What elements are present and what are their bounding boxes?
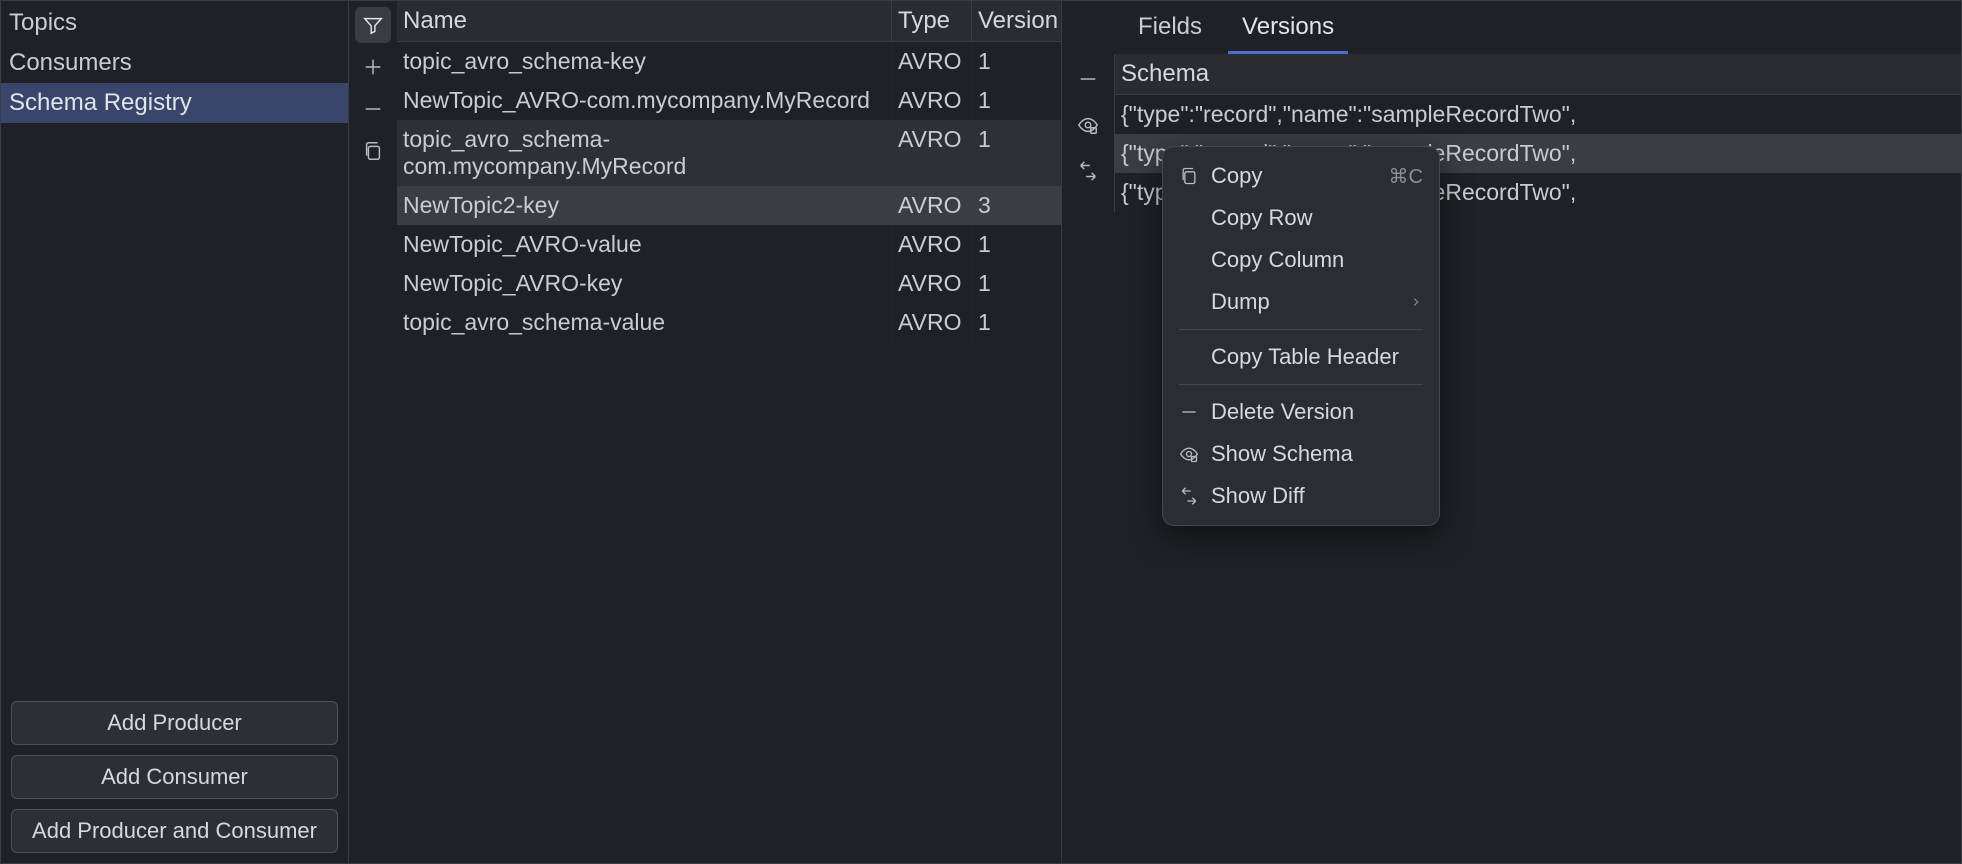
right-toolbar (1062, 1, 1114, 863)
minus-icon[interactable] (355, 91, 391, 127)
table-row[interactable]: NewTopic_AVRO-value AVRO 1 (397, 225, 1061, 264)
cell-type: AVRO (892, 42, 972, 81)
cell-type: AVRO (892, 120, 972, 186)
sidebar-item-schema-registry[interactable]: Schema Registry (1, 83, 348, 123)
blank-icon (1177, 290, 1201, 314)
menu-item-copy-table-header[interactable]: Copy Table Header (1169, 336, 1433, 378)
add-producer-and-consumer-button[interactable]: Add Producer and Consumer (11, 809, 338, 853)
blank-icon (1177, 248, 1201, 272)
table-header: Name Type Version (397, 1, 1061, 42)
cell-type: AVRO (892, 81, 972, 120)
minus-icon[interactable] (1068, 59, 1108, 99)
cell-type: AVRO (892, 225, 972, 264)
cell-name: NewTopic2-key (397, 186, 892, 225)
cell-version: 1 (972, 264, 1058, 303)
blank-icon (1177, 345, 1201, 369)
menu-label: Show Diff (1211, 483, 1423, 509)
menu-item-show-diff[interactable]: Show Diff (1169, 475, 1433, 517)
menu-label: Show Schema (1211, 441, 1423, 467)
cell-type: AVRO (892, 303, 972, 342)
menu-label: Copy (1211, 163, 1379, 189)
sidebar-item-consumers[interactable]: Consumers (1, 43, 348, 83)
sidebar-item-topics[interactable]: Topics (1, 3, 348, 43)
center-toolbar (349, 1, 397, 863)
menu-shortcut: ⌘C (1389, 164, 1423, 189)
diff-icon[interactable] (1068, 151, 1108, 191)
context-menu: Copy ⌘C Copy Row Copy Column Dump Copy T… (1162, 146, 1440, 526)
filter-icon[interactable] (355, 7, 391, 43)
eye-schema-icon (1177, 442, 1201, 466)
table-body: topic_avro_schema-key AVRO 1 NewTopic_AV… (397, 42, 1061, 342)
cell-version: 1 (972, 120, 1058, 186)
menu-label: Copy Table Header (1211, 344, 1423, 370)
menu-item-copy-row[interactable]: Copy Row (1169, 197, 1433, 239)
table-row[interactable]: NewTopic2-key AVRO 3 (397, 186, 1061, 225)
cell-name: topic_avro_schema-com.mycompany.MyRecord (397, 120, 892, 186)
menu-separator (1179, 329, 1423, 330)
cell-name: NewTopic_AVRO-value (397, 225, 892, 264)
table-row[interactable]: topic_avro_schema-com.mycompany.MyRecord… (397, 120, 1061, 186)
eye-schema-icon[interactable] (1068, 105, 1108, 145)
column-header-version[interactable]: Version (972, 1, 1064, 41)
cell-name: NewTopic_AVRO-com.mycompany.MyRecord (397, 81, 892, 120)
blank-icon (1177, 206, 1201, 230)
menu-label: Dump (1211, 289, 1399, 315)
schema-row[interactable]: {"type":"record","name":"sampleRecordTwo… (1115, 95, 1961, 134)
menu-item-show-schema[interactable]: Show Schema (1169, 433, 1433, 475)
cell-name: topic_avro_schema-key (397, 42, 892, 81)
minus-icon (1177, 400, 1201, 424)
menu-label: Delete Version (1211, 399, 1423, 425)
copy-icon[interactable] (355, 133, 391, 169)
cell-version: 1 (972, 42, 1058, 81)
table-row[interactable]: topic_avro_schema-key AVRO 1 (397, 42, 1061, 81)
menu-item-copy[interactable]: Copy ⌘C (1169, 155, 1433, 197)
add-producer-button[interactable]: Add Producer (11, 701, 338, 745)
tab-fields[interactable]: Fields (1124, 3, 1216, 54)
menu-item-copy-column[interactable]: Copy Column (1169, 239, 1433, 281)
cell-version: 3 (972, 186, 1058, 225)
center-panel: Name Type Version topic_avro_schema-key … (349, 1, 1062, 863)
menu-label: Copy Column (1211, 247, 1423, 273)
copy-icon (1177, 164, 1201, 188)
diff-icon (1177, 484, 1201, 508)
add-consumer-button[interactable]: Add Consumer (11, 755, 338, 799)
chevron-right-icon (1409, 289, 1423, 315)
sidebar: Topics Consumers Schema Registry Add Pro… (1, 1, 349, 863)
table-row[interactable]: NewTopic_AVRO-key AVRO 1 (397, 264, 1061, 303)
menu-label: Copy Row (1211, 205, 1423, 231)
column-header-schema[interactable]: Schema (1114, 54, 1961, 95)
table-row[interactable]: topic_avro_schema-value AVRO 1 (397, 303, 1061, 342)
column-header-type[interactable]: Type (892, 1, 972, 41)
app-root: Topics Consumers Schema Registry Add Pro… (0, 0, 1962, 864)
tabs: Fields Versions (1114, 1, 1961, 54)
schema-table: Name Type Version topic_avro_schema-key … (397, 1, 1061, 863)
cell-type: AVRO (892, 186, 972, 225)
plus-icon[interactable] (355, 49, 391, 85)
cell-name: topic_avro_schema-value (397, 303, 892, 342)
menu-item-dump[interactable]: Dump (1169, 281, 1433, 323)
cell-version: 1 (972, 303, 1058, 342)
menu-item-delete-version[interactable]: Delete Version (1169, 391, 1433, 433)
cell-version: 1 (972, 225, 1058, 264)
table-row[interactable]: NewTopic_AVRO-com.mycompany.MyRecord AVR… (397, 81, 1061, 120)
tab-versions[interactable]: Versions (1228, 3, 1348, 54)
sidebar-buttons: Add Producer Add Consumer Add Producer a… (1, 693, 348, 863)
cell-type: AVRO (892, 264, 972, 303)
sidebar-nav: Topics Consumers Schema Registry (1, 1, 348, 693)
cell-version: 1 (972, 81, 1058, 120)
column-header-name[interactable]: Name (397, 1, 892, 41)
menu-separator (1179, 384, 1423, 385)
cell-name: NewTopic_AVRO-key (397, 264, 892, 303)
